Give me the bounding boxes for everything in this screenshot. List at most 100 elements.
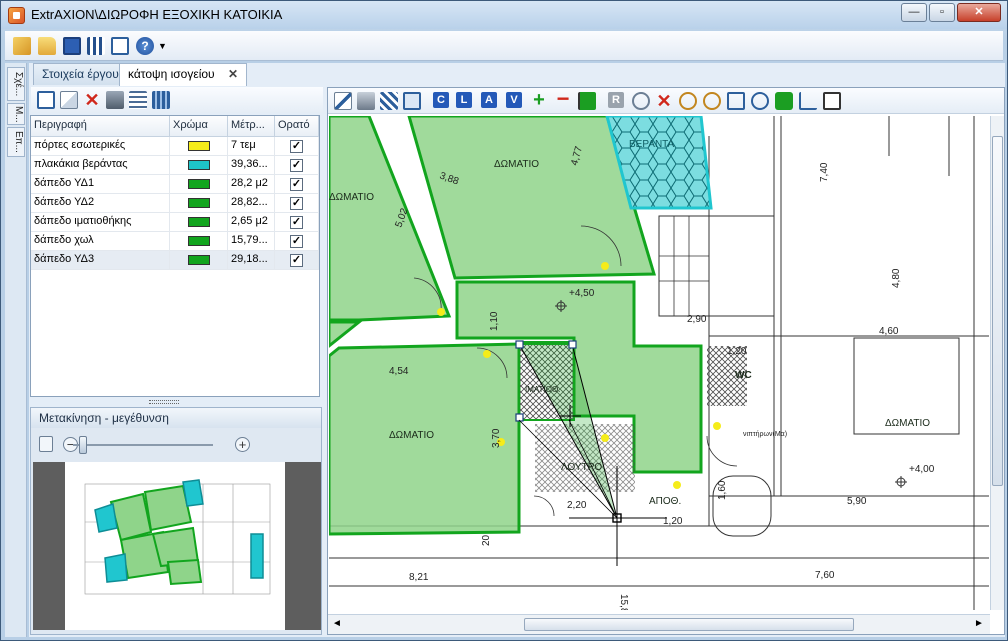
- volume-tool-button[interactable]: V: [506, 92, 522, 108]
- table-row[interactable]: δάπεδο ΥΔ3 29,18... ✓: [31, 251, 319, 270]
- dimension-label: 4,80: [891, 268, 902, 288]
- table-delete-icon[interactable]: [129, 91, 147, 109]
- find-icon[interactable]: [632, 92, 650, 110]
- row-measure: 15,79...: [228, 232, 275, 250]
- row-color-cell[interactable]: [170, 232, 228, 250]
- edit-icon[interactable]: [334, 92, 352, 110]
- table-row[interactable]: πόρτες εσωτερικές 7 τεμ ✓: [31, 137, 319, 156]
- room-label: ΔΩΜΑΤΙΟ: [329, 192, 374, 203]
- axis-icon[interactable]: [799, 92, 817, 110]
- visible-checkbox[interactable]: ✓: [290, 178, 303, 191]
- windows-icon[interactable]: [403, 92, 421, 110]
- row-measure: 28,82...: [228, 194, 275, 212]
- color-swatch: [187, 160, 210, 170]
- row-measure: 39,36...: [228, 156, 275, 174]
- row-color-cell[interactable]: [170, 194, 228, 212]
- zoom-track[interactable]: [73, 444, 213, 446]
- refresh-preview-icon[interactable]: [39, 436, 53, 452]
- circle-tool-button[interactable]: C: [433, 92, 449, 108]
- dimension-label: 1,20: [663, 516, 683, 527]
- zoom-slider-thumb[interactable]: [78, 436, 87, 454]
- help-dropdown-icon[interactable]: ▼: [158, 41, 167, 51]
- table-header: Περιγραφή Χρώμα Μέτρ... Ορατό: [31, 116, 319, 137]
- row-color-cell[interactable]: [170, 175, 228, 193]
- plan-preview[interactable]: [33, 462, 321, 630]
- cancel-drawing-icon[interactable]: ✕: [655, 92, 673, 110]
- side-tab-3[interactable]: Επ...: [7, 127, 25, 157]
- zoom-out-icon[interactable]: [703, 92, 721, 110]
- visible-checkbox[interactable]: ✓: [290, 159, 303, 172]
- visible-checkbox[interactable]: ✓: [290, 254, 303, 267]
- copy-layer-icon[interactable]: [60, 91, 78, 109]
- remove-point-icon[interactable]: −: [554, 88, 572, 110]
- line-tool-button[interactable]: L: [456, 92, 472, 108]
- visible-checkbox[interactable]: ✓: [290, 216, 303, 229]
- scroll-right-icon[interactable]: ►: [974, 618, 984, 629]
- zoom-window-icon[interactable]: [751, 92, 769, 110]
- zoom-in-button[interactable]: +: [235, 437, 250, 452]
- tab-project-info[interactable]: Στοιχεία έργου: [33, 63, 128, 85]
- print-drawing-icon[interactable]: [357, 92, 375, 110]
- color-swatch: [187, 141, 210, 151]
- flag-icon[interactable]: [578, 92, 596, 110]
- delete-layer-icon[interactable]: ✕: [83, 91, 101, 109]
- tab-close-icon[interactable]: ✕: [228, 67, 238, 81]
- horizontal-scrollbar[interactable]: ◄ ►: [328, 614, 990, 634]
- properties-icon[interactable]: [111, 37, 129, 55]
- side-tab-1[interactable]: Σχέ...: [7, 67, 25, 101]
- scroll-left-icon[interactable]: ◄: [332, 618, 342, 629]
- visible-checkbox[interactable]: ✓: [290, 235, 303, 248]
- elevation-label: +4,00: [909, 464, 935, 475]
- tab-ground-floor-plan[interactable]: κάτοψη ισογείου ✕: [119, 63, 248, 86]
- help-icon[interactable]: ?: [136, 37, 154, 55]
- selection-handle[interactable]: [515, 340, 524, 349]
- spreadsheet-icon[interactable]: [152, 91, 170, 109]
- save-icon[interactable]: [63, 37, 81, 55]
- row-color-cell[interactable]: [170, 213, 228, 231]
- row-color-cell[interactable]: [170, 156, 228, 174]
- title-bar: ExtrAXION\ΔΙΩΡΟΦΗ ΕΞΟΧΙΚΗ ΚΑΤΟΙΚΙΑ — ▫ ✕: [1, 1, 1007, 29]
- dimension-label: 1,10: [489, 311, 500, 331]
- table-row[interactable]: δάπεδο ΥΔ2 28,82... ✓: [31, 194, 319, 213]
- dimension-label: 15,81: [618, 594, 629, 610]
- new-project-icon[interactable]: [13, 37, 31, 55]
- row-color-cell[interactable]: [170, 137, 228, 155]
- vertical-scrollbar[interactable]: [990, 116, 1004, 610]
- header-description[interactable]: Περιγραφή: [31, 116, 170, 136]
- area-tool-button[interactable]: A: [481, 92, 497, 108]
- close-button[interactable]: ✕: [957, 3, 1001, 22]
- table-row[interactable]: πλακάκια βεράντας 39,36... ✓: [31, 156, 319, 175]
- vertical-scroll-thumb[interactable]: [992, 136, 1003, 486]
- zoom-extents-icon[interactable]: [727, 92, 745, 110]
- row-description: δάπεδο ΥΔ2: [31, 194, 170, 212]
- add-point-icon[interactable]: +: [530, 90, 548, 110]
- maximize-button[interactable]: ▫: [929, 3, 955, 22]
- reset-tool-icon[interactable]: R: [608, 92, 624, 108]
- room-area-4[interactable]: [329, 320, 364, 348]
- zoom-in-icon[interactable]: [679, 92, 697, 110]
- new-layer-icon[interactable]: [37, 91, 55, 109]
- print-icon[interactable]: [106, 91, 124, 109]
- horizontal-scroll-thumb[interactable]: [524, 618, 854, 631]
- import-icon[interactable]: [380, 92, 398, 110]
- panel-splitter[interactable]: [149, 400, 179, 404]
- header-color[interactable]: Χρώμα: [170, 116, 228, 136]
- table-row[interactable]: δάπεδο ιματιοθήκης 2,65 μ2 ✓: [31, 213, 319, 232]
- side-tab-2[interactable]: Μ...: [7, 103, 25, 125]
- row-visible-cell: ✓: [275, 232, 319, 250]
- table-row[interactable]: δάπεδο ΥΔ1 28,2 μ2 ✓: [31, 175, 319, 194]
- table-row[interactable]: δάπεδο χωλ 15,79... ✓: [31, 232, 319, 251]
- selection-handle[interactable]: [568, 340, 577, 349]
- open-folder-icon[interactable]: [38, 37, 56, 55]
- header-visible[interactable]: Ορατό: [275, 116, 319, 136]
- minimize-button[interactable]: —: [901, 3, 927, 22]
- header-measure[interactable]: Μέτρ...: [228, 116, 275, 136]
- visible-checkbox[interactable]: ✓: [290, 197, 303, 210]
- floor-plan-canvas[interactable]: ΔΩΜΑΤΙΟ ΔΩΜΑΤΙΟ ΔΩΜΑΤΙΟ ΔΩΜΑΤΙΟ ΒΕΡΑΝΤΑ …: [329, 116, 989, 610]
- export-icon[interactable]: [823, 92, 841, 110]
- refresh-icon[interactable]: [775, 92, 793, 110]
- dimension-label: 7,40: [819, 162, 830, 182]
- row-color-cell[interactable]: [170, 251, 228, 269]
- layout-icon[interactable]: [87, 37, 105, 55]
- visible-checkbox[interactable]: ✓: [290, 140, 303, 153]
